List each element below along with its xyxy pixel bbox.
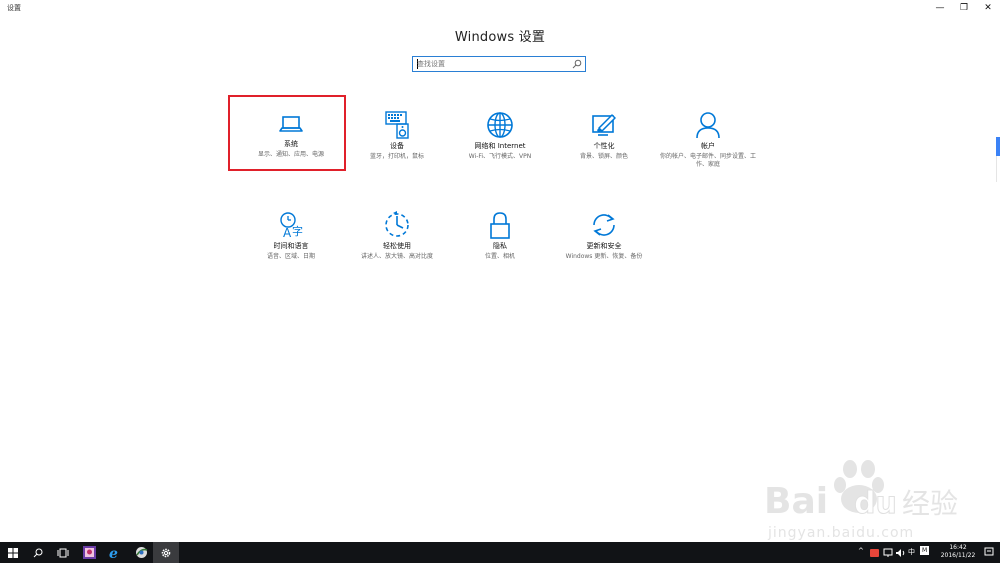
tile-description: Wi-Fi、飞行模式、VPN: [468, 153, 532, 160]
tile-description: 讲述人、放大镜、高对比度: [360, 253, 433, 260]
search-icon: [33, 548, 43, 557]
search-icon[interactable]: [572, 59, 582, 69]
tile-accounts[interactable]: 帐户 你的帐户、电子邮件、同步设置、工作、家庭: [653, 111, 763, 181]
person-icon: [696, 112, 720, 139]
watermark-brand: Bai: [764, 481, 828, 522]
windows-start-icon: [8, 547, 18, 558]
taskbar-clock[interactable]: 16:42 2016/11/22: [938, 544, 978, 560]
tile-label: 帐户: [701, 142, 715, 150]
minimize-button[interactable]: —: [927, 0, 953, 16]
tile-label: 设备: [390, 142, 404, 150]
watermark-suffix: 经验: [902, 487, 958, 520]
close-button[interactable]: ✕: [975, 0, 1000, 16]
watermark-url: jingyan.baidu.com: [767, 525, 914, 541]
tray-show-hidden-icon[interactable]: ^: [858, 547, 864, 555]
lock-icon: [490, 212, 510, 239]
tile-label: 更新和安全: [586, 242, 622, 250]
tile-time-language[interactable]: A 字 时间和语言 语音、区域、日期: [236, 211, 346, 281]
maximize-button[interactable]: ❐: [951, 0, 977, 16]
tile-description: Windows 更新、恢复、备份: [565, 253, 643, 260]
tile-network[interactable]: 网络和 Internet Wi-Fi、飞行模式、VPN: [445, 111, 555, 181]
globe-icon: [487, 112, 513, 138]
svg-text:A: A: [283, 226, 292, 239]
tile-ease-of-access[interactable]: 轻松使用 讲述人、放大镜、高对比度: [342, 211, 452, 281]
tile-label: 时间和语言: [273, 242, 309, 250]
edge-icon: e: [109, 546, 118, 559]
sync-icon: [593, 214, 615, 236]
task-view-button[interactable]: [50, 542, 76, 563]
ease-of-access-icon: [385, 211, 409, 237]
tray-ime-language[interactable]: 中: [908, 547, 915, 557]
baidu-watermark: Bai du 经验 jingyan.baidu.com: [764, 460, 958, 541]
svg-text:e: e: [109, 546, 118, 559]
photos-app-icon: [82, 546, 96, 559]
taskbar-app-photos[interactable]: [76, 542, 102, 563]
tile-label: 个性化: [593, 142, 615, 150]
tile-description: 语音、区域、日期: [266, 253, 315, 260]
keyboard-speaker-icon: [385, 111, 409, 139]
tile-label: 隐私: [493, 242, 507, 250]
taskbar-search-button[interactable]: [25, 542, 51, 563]
taskbar-app-browser[interactable]: [128, 542, 154, 563]
taskbar-app-settings[interactable]: [153, 542, 179, 563]
paint-brush-icon: [592, 114, 616, 136]
tile-label: 网络和 Internet: [474, 142, 526, 150]
settings-icon: [161, 548, 171, 557]
tray-app-icon[interactable]: [870, 548, 880, 560]
svg-text:du: du: [854, 486, 897, 521]
tile-description: 蓝牙，打印机，鼠标: [369, 153, 424, 160]
tile-devices[interactable]: 设备 蓝牙，打印机，鼠标: [342, 111, 452, 181]
time-language-icon: A 字: [280, 212, 303, 239]
tile-label: 轻松使用: [383, 242, 411, 250]
search-box[interactable]: [412, 56, 586, 72]
tile-description: 位置、相机: [484, 253, 515, 260]
browser-app-icon: [135, 547, 147, 558]
tray-volume-icon[interactable]: [895, 548, 905, 560]
tile-description: 背景、锁屏、颜色: [579, 153, 628, 160]
taskbar: e ^ 中 M 16:42 2016/11/22: [0, 542, 1000, 563]
tray-network-icon[interactable]: [883, 548, 893, 560]
action-center-icon[interactable]: [984, 547, 994, 559]
tray-ime-mode[interactable]: M: [920, 546, 930, 555]
app-title: 设置: [7, 4, 21, 12]
ime-mode-badge: M: [920, 546, 930, 555]
tile-personalization[interactable]: 个性化 背景、锁屏、颜色: [549, 111, 659, 181]
clock-time: 16:42: [949, 544, 967, 551]
taskbar-app-edge[interactable]: e: [102, 542, 128, 563]
page-title: Windows 设置: [454, 30, 546, 45]
search-input[interactable]: [417, 58, 567, 70]
selection-highlight: [228, 95, 346, 171]
tile-update-security[interactable]: 更新和安全 Windows 更新、恢复、备份: [549, 211, 659, 281]
clock-date: 2016/11/22: [940, 552, 976, 559]
start-button[interactable]: [0, 542, 26, 563]
svg-text:字: 字: [292, 224, 303, 238]
tile-privacy[interactable]: 隐私 位置、相机: [445, 211, 555, 281]
title-bar: 设置 — ❐ ✕: [0, 0, 1000, 16]
scrollbar-thumb[interactable]: [996, 137, 1000, 156]
tile-description: 你的帐户、电子邮件、同步设置、工作、家庭: [660, 153, 757, 168]
task-view-icon: [57, 548, 69, 557]
